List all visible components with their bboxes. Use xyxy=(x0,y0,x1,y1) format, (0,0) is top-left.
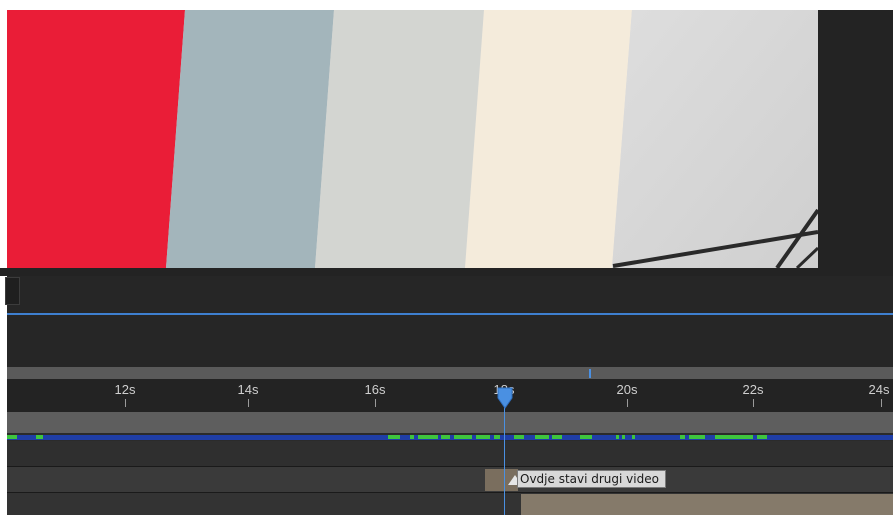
cache-segment xyxy=(388,435,400,439)
timeline-navigator xyxy=(7,315,893,367)
composition-frame[interactable] xyxy=(7,10,818,268)
marker-comment[interactable]: Ovdje stavi drugi video xyxy=(517,470,666,488)
playhead-icon[interactable] xyxy=(497,387,513,409)
cache-segment xyxy=(418,435,438,439)
cache-segment xyxy=(632,435,635,439)
ruler-label-12s: 12s xyxy=(114,382,136,397)
work-area-indicator[interactable] xyxy=(589,369,591,378)
ruler-tick xyxy=(375,399,376,407)
ruler-label-24s: 24s xyxy=(868,382,890,397)
cache-segment xyxy=(757,435,767,439)
timeline-controls-area xyxy=(7,276,893,313)
ruler-label-14s: 14s xyxy=(237,382,259,397)
cache-segment xyxy=(552,435,562,439)
ruler-label-22s: 22s xyxy=(742,382,764,397)
layer-duration-bar[interactable] xyxy=(521,494,893,515)
cache-segment xyxy=(441,435,450,439)
layer-track-1[interactable] xyxy=(7,441,893,466)
ruler-tick xyxy=(881,399,882,407)
cache-segment xyxy=(454,435,472,439)
cache-segment xyxy=(514,435,524,439)
video-frame-image xyxy=(7,10,818,268)
cache-segment xyxy=(410,435,414,439)
ruler-tick xyxy=(248,399,249,407)
cache-segment xyxy=(494,435,500,439)
work-area-bar[interactable] xyxy=(7,367,893,379)
cache-segment xyxy=(7,435,17,439)
stripe-red xyxy=(7,10,185,268)
composition-viewer[interactable] xyxy=(0,0,893,268)
ruler-label-20s: 20s xyxy=(616,382,638,397)
viewer-pasteboard xyxy=(818,10,893,268)
stripe-wall xyxy=(612,10,818,268)
stripe-gray-blue xyxy=(166,10,334,268)
panel-control-box[interactable] xyxy=(5,277,20,305)
layer-track-header-row[interactable] xyxy=(7,412,893,433)
ruler-tick xyxy=(627,399,628,407)
stripe-cream xyxy=(465,10,632,268)
cache-segment xyxy=(715,435,753,439)
time-ruler[interactable]: 12s 14s 16s 18s 20s 22s 24s xyxy=(7,379,893,412)
cache-segment xyxy=(580,435,592,439)
cache-segment xyxy=(476,435,490,439)
ruler-label-16s: 16s xyxy=(364,382,386,397)
layer-track-2[interactable] xyxy=(7,467,893,492)
panel-divider xyxy=(0,268,893,276)
stripe-light-gray xyxy=(315,10,484,268)
cache-segment xyxy=(616,435,619,439)
cache-segment xyxy=(689,435,705,439)
cache-segment xyxy=(36,435,43,439)
cache-segment xyxy=(680,435,685,439)
ruler-tick xyxy=(125,399,126,407)
cache-segment xyxy=(622,435,625,439)
ruler-tick xyxy=(753,399,754,407)
cache-segment xyxy=(535,435,549,439)
